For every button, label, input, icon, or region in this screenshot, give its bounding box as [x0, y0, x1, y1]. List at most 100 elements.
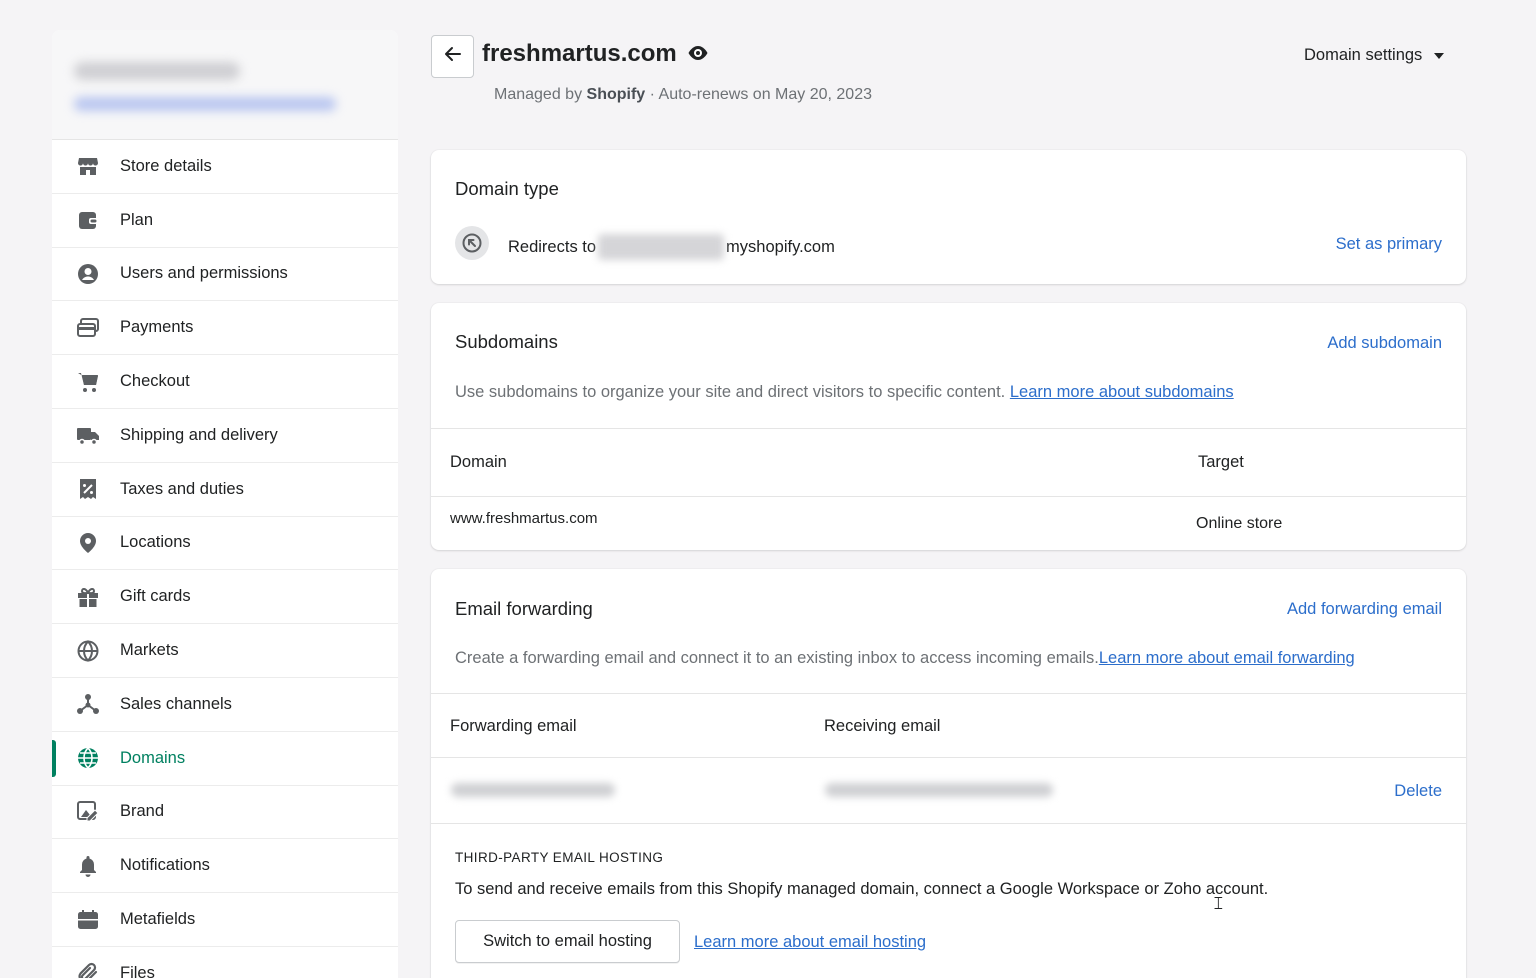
- learn-more-email-forwarding-link[interactable]: Learn more about email forwarding: [1099, 649, 1355, 667]
- settings-sidebar: Store details Plan Users and permissions…: [52, 30, 398, 978]
- page-title: freshmartus.com: [482, 40, 709, 68]
- description-text: Use subdomains to organize your site and…: [455, 383, 1006, 401]
- column-header-domain: Domain: [450, 453, 507, 471]
- email-forwarding-card: Email forwarding Add forwarding email Cr…: [431, 569, 1466, 978]
- set-as-primary-link[interactable]: Set as primary: [1336, 235, 1442, 254]
- redirect-icon: [455, 226, 489, 260]
- sidebar-item-label: Notifications: [120, 856, 210, 875]
- redirect-target: Redirects to myshopify.com: [508, 234, 835, 260]
- redacted-store-handle: [598, 234, 725, 260]
- sidebar-item-store-details[interactable]: Store details: [52, 140, 398, 194]
- sidebar-item-label: Taxes and duties: [120, 479, 244, 498]
- sidebar-item-label: Locations: [120, 533, 191, 552]
- switch-to-email-hosting-button[interactable]: Switch to email hosting: [455, 920, 680, 963]
- third-party-hosting-heading: THIRD-PARTY EMAIL HOSTING: [455, 850, 664, 865]
- cart-icon: [76, 370, 100, 394]
- divider: [431, 757, 1466, 758]
- metafields-icon: [76, 908, 100, 932]
- hosting-description: To send and receive emails from this Sho…: [455, 880, 1269, 898]
- subtitle-prefix: Managed by: [494, 86, 583, 103]
- sidebar-item-notifications[interactable]: Notifications: [52, 839, 398, 894]
- target-cell: Online store: [1196, 515, 1283, 532]
- learn-more-email-hosting-link[interactable]: Learn more about email hosting: [694, 933, 926, 952]
- sidebar-item-label: Metafields: [120, 910, 196, 929]
- wallet-icon: [76, 208, 100, 232]
- sidebar-item-taxes[interactable]: Taxes and duties: [52, 463, 398, 517]
- subdomains-description: Use subdomains to organize your site and…: [455, 383, 1234, 402]
- network-icon: [76, 692, 100, 716]
- back-button[interactable]: [431, 35, 474, 78]
- sidebar-item-label: Users and permissions: [120, 264, 288, 283]
- email-forwarding-description: Create a forwarding email and connect it…: [455, 649, 1355, 668]
- sidebar-item-domains[interactable]: Domains: [52, 732, 398, 786]
- sidebar-item-label: Domains: [120, 748, 186, 767]
- column-header-forwarding-email: Forwarding email: [450, 717, 577, 735]
- sidebar-item-shipping[interactable]: Shipping and delivery: [52, 409, 398, 463]
- store-icon: [76, 154, 100, 178]
- credit-card-icon: [76, 316, 100, 340]
- sidebar-item-locations[interactable]: Locations: [52, 517, 398, 571]
- subtitle-renewal: · Auto-renews on May 20, 2023: [649, 86, 872, 103]
- user-circle-icon: [76, 262, 100, 286]
- sidebar-item-plan[interactable]: Plan: [52, 194, 398, 248]
- sidebar-item-label: Plan: [120, 210, 154, 229]
- delete-button[interactable]: Delete: [1394, 782, 1442, 801]
- subdomains-card: Subdomains Add subdomain Use subdomains …: [431, 303, 1466, 550]
- sidebar-item-metafields[interactable]: Metafields: [52, 893, 398, 947]
- store-name-redacted: [74, 62, 240, 80]
- column-header-receiving-email: Receiving email: [824, 717, 941, 735]
- store-email-redacted: [74, 97, 336, 111]
- card-title: Domain type: [455, 178, 559, 199]
- sidebar-item-label: Sales channels: [120, 694, 232, 713]
- sidebar-item-brand[interactable]: Brand: [52, 786, 398, 840]
- sidebar-item-users[interactable]: Users and permissions: [52, 248, 398, 302]
- receipt-percent-icon: [76, 477, 100, 501]
- sidebar-item-payments[interactable]: Payments: [52, 301, 398, 356]
- domain-settings-dropdown[interactable]: Domain settings: [1304, 46, 1445, 65]
- globe-icon: [76, 746, 100, 770]
- redirect-prefix: Redirects to: [508, 237, 597, 256]
- globe-markets-icon: [76, 639, 100, 663]
- bell-icon: [76, 854, 100, 878]
- sidebar-item-files[interactable]: Files: [52, 947, 398, 978]
- truck-icon: [76, 423, 100, 447]
- divider: [431, 693, 1466, 694]
- redacted-receiving-email: [825, 783, 1053, 797]
- arrow-left-icon: [443, 44, 463, 69]
- paperclip-icon: [76, 961, 100, 978]
- subdomain-cell[interactable]: www.freshmartus.com: [450, 510, 598, 527]
- sidebar-item-label: Gift cards: [120, 587, 191, 606]
- divider: [431, 823, 1466, 824]
- redacted-forwarding-email: [451, 783, 615, 797]
- text-cursor-icon: 𝙸: [1212, 893, 1225, 913]
- sidebar-item-label: Payments: [120, 318, 194, 337]
- sidebar-item-label: Markets: [120, 641, 179, 660]
- location-pin-icon: [76, 531, 100, 555]
- caret-down-icon: [1434, 52, 1445, 59]
- sidebar-item-markets[interactable]: Markets: [52, 624, 398, 678]
- sidebar-item-label: Shipping and delivery: [120, 425, 278, 444]
- sidebar-item-label: Files: [120, 963, 155, 978]
- domain-title: freshmartus.com: [482, 40, 677, 67]
- card-title: Subdomains: [455, 331, 558, 352]
- sidebar-item-gift-cards[interactable]: Gift cards: [52, 570, 398, 625]
- card-title: Email forwarding: [455, 598, 593, 619]
- domain-settings-label: Domain settings: [1304, 46, 1423, 64]
- column-header-target: Target: [1198, 453, 1244, 471]
- divider: [431, 496, 1466, 497]
- divider: [431, 428, 1466, 429]
- description-text: Create a forwarding email and connect it…: [455, 649, 1099, 667]
- add-forwarding-email-button[interactable]: Add forwarding email: [1287, 600, 1442, 619]
- eye-icon[interactable]: [687, 40, 709, 68]
- add-subdomain-button[interactable]: Add subdomain: [1327, 334, 1442, 353]
- sidebar-item-label: Brand: [120, 802, 165, 821]
- redirect-suffix: myshopify.com: [726, 237, 835, 256]
- store-header[interactable]: [52, 30, 398, 140]
- subtitle-manager: Shopify: [586, 86, 646, 103]
- learn-more-subdomains-link[interactable]: Learn more about subdomains: [1010, 383, 1234, 401]
- gift-icon: [76, 585, 100, 609]
- sidebar-item-sales-channels[interactable]: Sales channels: [52, 678, 398, 732]
- domain-type-card: Domain type Redirects to myshopify.com S…: [431, 150, 1466, 284]
- sidebar-item-label: Checkout: [120, 372, 190, 391]
- sidebar-item-checkout[interactable]: Checkout: [52, 355, 398, 409]
